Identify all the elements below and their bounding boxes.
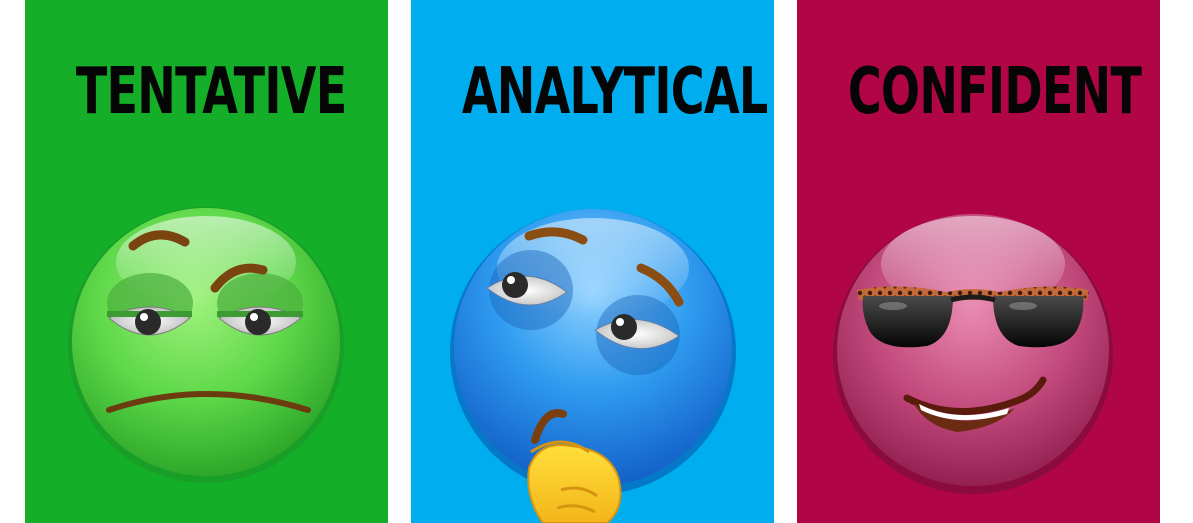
panel-analytical: ANALYTICAL (411, 0, 774, 523)
panel-tentative: TENTATIVE (25, 0, 388, 523)
skeptical-face-icon (68, 207, 344, 483)
sunglasses-smirk-face-icon (833, 214, 1113, 494)
thinking-face-icon (450, 209, 736, 523)
panel-confident: CONFIDENT (797, 0, 1160, 523)
